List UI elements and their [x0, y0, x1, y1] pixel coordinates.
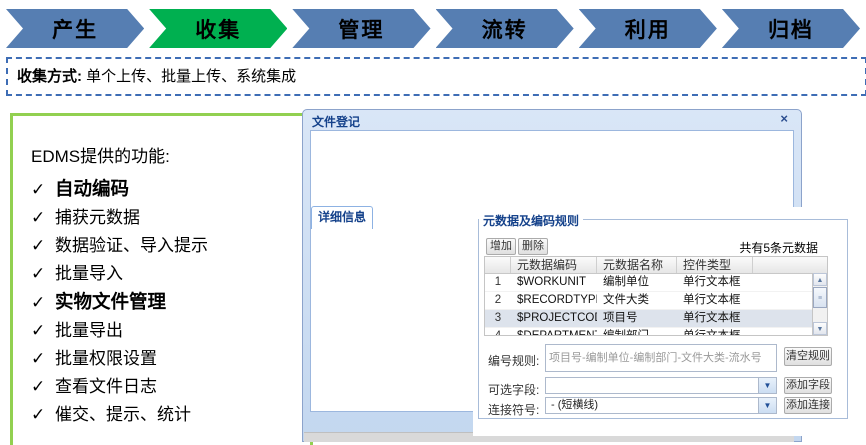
metadata-table: 元数据编码 元数据名称 控件类型 1 $WORKUNIT 编制单位 单行文本框 … — [484, 256, 828, 336]
process-flow: 产生 收集 管理 流转 利用 归档 — [6, 9, 860, 48]
flow-step-label: 利用 — [625, 14, 671, 44]
table-row[interactable]: 4 $DEPARTMENT 编制部门 单行文本框 — [485, 328, 827, 336]
add-metadata-button[interactable]: 增加 — [486, 238, 516, 255]
cell-name: 项目号 — [597, 310, 677, 327]
header-cell-code[interactable]: 元数据编码 — [511, 257, 597, 273]
flow-step-6: 归档 — [722, 9, 860, 48]
feature-item: ✓捕获元数据 — [31, 204, 310, 232]
scroll-up-icon[interactable]: ▲ — [813, 273, 827, 286]
feature-item: ✓批量权限设置 — [31, 345, 310, 373]
scroll-down-icon[interactable]: ▼ — [813, 322, 827, 335]
flow-step-4: 流转 — [436, 9, 574, 48]
cell-index: 3 — [485, 310, 511, 327]
features-title: EDMS提供的功能: — [31, 142, 310, 167]
check-icon: ✓ — [31, 176, 55, 204]
cell-index: 4 — [485, 328, 511, 336]
add-field-button[interactable]: 添加字段 — [784, 377, 832, 394]
cell-type: 单行文本框 — [677, 274, 753, 291]
flow-step-label: 管理 — [338, 14, 384, 44]
chevron-down-icon[interactable]: ▼ — [758, 398, 776, 413]
cell-type: 单行文本框 — [677, 292, 753, 309]
table-row-selected[interactable]: 3 $PROJECTCODE 项目号 单行文本框 — [485, 310, 827, 328]
add-connector-button[interactable]: 添加连接 — [784, 397, 832, 414]
metadata-panel-title: 元数据及编码规则 — [479, 212, 583, 229]
check-icon: ✓ — [31, 317, 55, 345]
optional-field-combo[interactable]: ▼ — [545, 377, 777, 394]
cell-code: $DEPARTMENT — [511, 328, 597, 336]
feature-item: ✓批量导入 — [31, 260, 310, 288]
flow-step-label: 收集 — [195, 14, 241, 44]
collection-method-banner: 收集方式: 单个上传、批量上传、系统集成 — [6, 57, 866, 96]
cell-name: 文件大类 — [597, 292, 677, 309]
connector-combo[interactable]: - (短横线) ▼ — [545, 397, 777, 414]
connector-label: 连接符号: — [488, 401, 539, 418]
header-cell-index — [485, 257, 511, 273]
feature-item: ✓查看文件日志 — [31, 373, 310, 401]
cell-name: 编制部门 — [597, 328, 677, 336]
check-icon: ✓ — [31, 345, 55, 373]
table-scrollbar[interactable]: ▲ ≡ ▼ — [812, 273, 827, 335]
tab-detail-info[interactable]: 详细信息 — [311, 206, 373, 229]
flow-step-3: 管理 — [292, 9, 430, 48]
cell-code: $WORKUNIT — [511, 274, 597, 291]
banner-text: 单个上传、批量上传、系统集成 — [82, 68, 296, 85]
flow-step-label: 产生 — [52, 14, 98, 44]
metadata-panel: 元数据及编码规则 增加 删除 共有5条元数据 元数据编码 元数据名称 控件类型 … — [473, 207, 854, 436]
rule-input[interactable] — [545, 344, 777, 372]
check-icon: ✓ — [31, 373, 55, 401]
table-row[interactable]: 1 $WORKUNIT 编制单位 单行文本框 — [485, 274, 827, 292]
flow-step-5: 利用 — [579, 9, 717, 48]
check-icon: ✓ — [31, 204, 55, 232]
header-cell-type[interactable]: 控件类型 — [677, 257, 753, 273]
check-icon: ✓ — [31, 289, 55, 317]
cell-name: 编制单位 — [597, 274, 677, 291]
check-icon: ✓ — [31, 232, 55, 260]
delete-metadata-button[interactable]: 删除 — [518, 238, 548, 255]
scroll-thumb[interactable]: ≡ — [813, 287, 827, 308]
feature-item: ✓实物文件管理 — [31, 288, 310, 317]
metadata-count: 共有5条元数据 — [650, 239, 818, 256]
table-row[interactable]: 2 $RECORDTYPE 文件大类 单行文本框 — [485, 292, 827, 310]
check-icon: ✓ — [31, 401, 55, 429]
close-icon[interactable]: × — [780, 111, 788, 126]
dialog-title: 文件登记 — [312, 115, 360, 129]
table-header-row: 元数据编码 元数据名称 控件类型 — [485, 257, 827, 274]
edms-features-box: EDMS提供的功能: ✓自动编码 ✓捕获元数据 ✓数据验证、导入提示 ✓批量导入… — [10, 113, 313, 445]
banner-label: 收集方式: — [17, 68, 82, 85]
cell-index: 1 — [485, 274, 511, 291]
feature-item: ✓数据验证、导入提示 — [31, 232, 310, 260]
cell-type: 单行文本框 — [677, 310, 753, 327]
rule-label: 编号规则: — [488, 352, 539, 369]
feature-item: ✓批量导出 — [31, 317, 310, 345]
flow-step-label: 归档 — [768, 14, 814, 44]
slide-canvas: 产生 收集 管理 流转 利用 归档 收集方式: 单个上传、批量上传、系统集成 E… — [0, 0, 866, 445]
cell-code: $RECORDTYPE — [511, 292, 597, 309]
flow-step-1: 产生 — [6, 9, 144, 48]
optional-field-label: 可选字段: — [488, 381, 539, 398]
flow-step-2-active: 收集 — [149, 9, 287, 48]
check-icon: ✓ — [31, 260, 55, 288]
cell-code: $PROJECTCODE — [511, 310, 597, 327]
feature-item: ✓自动编码 — [31, 175, 310, 204]
flow-step-label: 流转 — [482, 14, 528, 44]
cell-type: 单行文本框 — [677, 328, 753, 336]
header-cell-blank — [753, 257, 827, 273]
cell-index: 2 — [485, 292, 511, 309]
connector-value: - (短横线) — [551, 399, 598, 411]
header-cell-name[interactable]: 元数据名称 — [597, 257, 677, 273]
chevron-down-icon[interactable]: ▼ — [758, 378, 776, 393]
clear-rule-button[interactable]: 清空规则 — [784, 347, 832, 366]
feature-item: ✓催交、提示、统计 — [31, 401, 310, 429]
